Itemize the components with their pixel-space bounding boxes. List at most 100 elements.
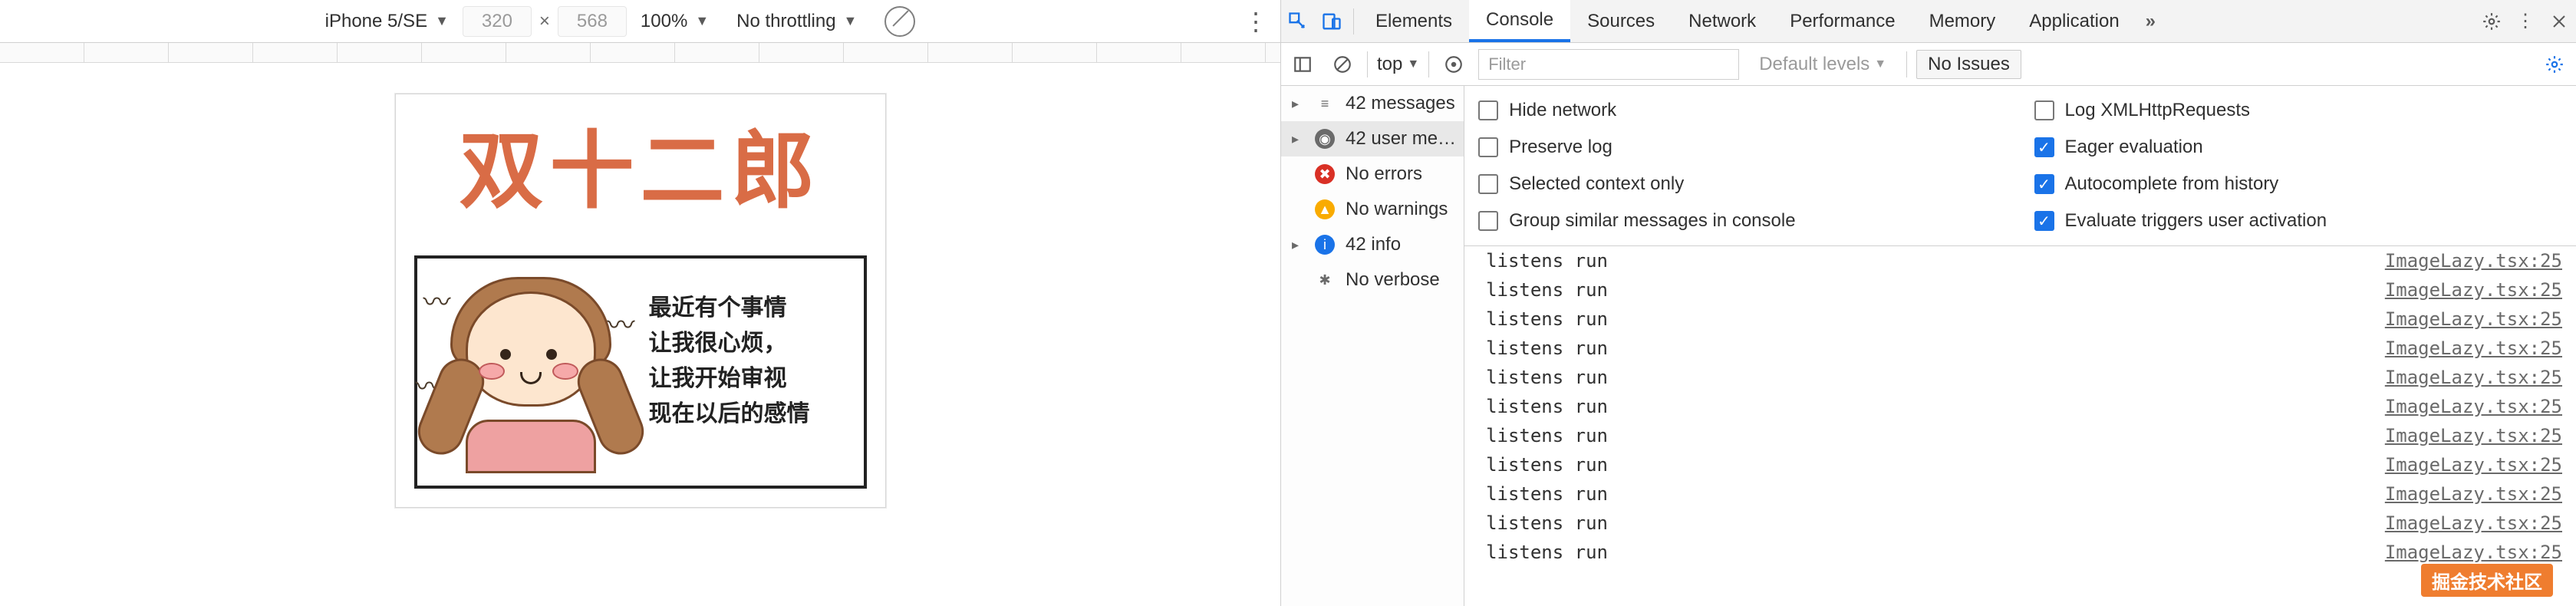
- tab-console[interactable]: Console: [1469, 0, 1570, 42]
- warn-icon: ▲: [1315, 199, 1335, 219]
- inspect-element-icon[interactable]: [1281, 5, 1315, 38]
- setting-log-xmlhttprequests[interactable]: Log XMLHttpRequests: [2034, 92, 2562, 129]
- console-settings-icon[interactable]: [2539, 49, 2570, 80]
- devtools-pane: ElementsConsoleSourcesNetworkPerformance…: [1281, 0, 2576, 606]
- sidebar-item-label: 42 user me…: [1346, 128, 1456, 150]
- page-headline: 双十二郎: [396, 94, 885, 255]
- log-source-link[interactable]: ImageLazy.tsx:25: [2385, 250, 2562, 272]
- dimension-separator: ×: [532, 11, 558, 32]
- log-source-link[interactable]: ImageLazy.tsx:25: [2385, 396, 2562, 417]
- device-stage: 双十二郎 〰 〰 〰 〰: [0, 63, 1280, 606]
- log-source-link[interactable]: ImageLazy.tsx:25: [2385, 454, 2562, 476]
- throttling-select[interactable]: No throttling ▼: [723, 11, 871, 32]
- sidebar-item-msg[interactable]: ▸≡42 messages: [1281, 86, 1464, 121]
- setting-label: Group similar messages in console: [1509, 210, 1796, 232]
- zoom-select[interactable]: 100% ▼: [627, 11, 723, 32]
- log-row[interactable]: listens runImageLazy.tsx:25: [1464, 305, 2576, 334]
- tab-memory[interactable]: Memory: [1912, 0, 2013, 42]
- log-row[interactable]: listens runImageLazy.tsx:25: [1464, 246, 2576, 275]
- err-icon: ✖: [1315, 164, 1335, 184]
- comic-panel: 〰 〰 〰 〰 最近有个事情 让我很心烦，: [414, 255, 867, 489]
- toggle-device-toolbar-icon[interactable]: [1315, 5, 1349, 38]
- setting-selected-context-only[interactable]: Selected context only: [1478, 166, 2006, 203]
- log-message: listens run: [1486, 454, 2385, 476]
- sidebar-item-label: No verbose: [1346, 269, 1456, 291]
- log-message: listens run: [1486, 279, 2385, 301]
- tab-application[interactable]: Application: [2012, 0, 2136, 42]
- verb-icon: ✱: [1315, 270, 1335, 290]
- setting-group-similar-messages-in-console[interactable]: Group similar messages in console: [1478, 203, 2006, 239]
- dropdown-triangle-icon: ▼: [435, 13, 449, 29]
- setting-label: Eager evaluation: [2065, 137, 2203, 158]
- setting-evaluate-triggers-user-activation[interactable]: ✓Evaluate triggers user activation: [2034, 203, 2562, 239]
- checkbox-icon: ✓: [2034, 174, 2054, 194]
- device-toolbar: iPhone 5/SE ▼ 320 × 568 100% ▼ No thrott…: [0, 0, 1280, 43]
- device-frame[interactable]: 双十二郎 〰 〰 〰 〰: [395, 94, 886, 508]
- log-row[interactable]: listens runImageLazy.tsx:25: [1464, 392, 2576, 421]
- clear-console-icon[interactable]: [1327, 49, 1358, 80]
- log-row[interactable]: listens runImageLazy.tsx:25: [1464, 334, 2576, 363]
- sidebar-item-err[interactable]: ✖No errors: [1281, 156, 1464, 192]
- dropdown-triangle-icon: ▼: [1407, 58, 1419, 71]
- tab-network[interactable]: Network: [1672, 0, 1773, 42]
- user-icon: ◉: [1315, 129, 1335, 149]
- live-expression-icon[interactable]: [1438, 49, 1469, 80]
- log-row[interactable]: listens runImageLazy.tsx:25: [1464, 479, 2576, 509]
- tab-elements[interactable]: Elements: [1359, 0, 1469, 42]
- issues-button[interactable]: No Issues: [1916, 50, 2021, 79]
- log-source-link[interactable]: ImageLazy.tsx:25: [2385, 367, 2562, 388]
- setting-autocomplete-from-history[interactable]: ✓ Autocomplete from history: [2034, 166, 2562, 203]
- sidebar-item-warn[interactable]: ▲No warnings: [1281, 192, 1464, 227]
- log-source-link[interactable]: ImageLazy.tsx:25: [2385, 483, 2562, 505]
- setting-hide-network[interactable]: Hide network: [1478, 92, 2006, 129]
- sidebar-item-user[interactable]: ▸◉42 user me…: [1281, 121, 1464, 156]
- devtools-settings-icon[interactable]: [2475, 5, 2508, 38]
- device-width-input[interactable]: 320: [463, 6, 532, 37]
- setting-preserve-log[interactable]: Preserve log: [1478, 129, 2006, 166]
- horizontal-ruler: [0, 43, 1280, 63]
- setting-eager-evaluation[interactable]: ✓ Eager evaluation: [2034, 129, 2562, 166]
- comic-caption: 最近有个事情 让我很心烦， 让我开始审视 现在以后的感情: [649, 272, 850, 472]
- msg-icon: ≡: [1315, 94, 1335, 114]
- log-row[interactable]: listens runImageLazy.tsx:25: [1464, 421, 2576, 450]
- dropdown-triangle-icon: ▼: [695, 13, 709, 29]
- sidebar-item-label: 42 messages: [1346, 93, 1456, 114]
- dropdown-triangle-icon: ▼: [844, 13, 858, 29]
- checkbox-icon: ✓: [2034, 137, 2054, 157]
- log-row[interactable]: listens runImageLazy.tsx:25: [1464, 363, 2576, 392]
- devtools-close-icon[interactable]: [2542, 5, 2576, 38]
- device-toolbar-menu[interactable]: ⋮: [1240, 7, 1271, 36]
- log-row[interactable]: listens runImageLazy.tsx:25: [1464, 538, 2576, 567]
- log-row[interactable]: listens runImageLazy.tsx:25: [1464, 275, 2576, 305]
- log-row[interactable]: listens runImageLazy.tsx:25: [1464, 450, 2576, 479]
- sidebar-item-verb[interactable]: ✱ No verbose: [1281, 262, 1464, 298]
- caret-icon: ▸: [1292, 237, 1304, 253]
- tab-performance[interactable]: Performance: [1773, 0, 1912, 42]
- log-source-link[interactable]: ImageLazy.tsx:25: [2385, 512, 2562, 534]
- setting-label: Autocomplete from history: [2065, 173, 2279, 195]
- tab-sources[interactable]: Sources: [1570, 0, 1672, 42]
- log-message: listens run: [1486, 425, 2385, 446]
- log-levels-select[interactable]: Default levels ▼: [1748, 54, 1897, 75]
- devtools-tabstrip: ElementsConsoleSourcesNetworkPerformance…: [1281, 0, 2576, 43]
- log-row[interactable]: listens runImageLazy.tsx:25: [1464, 509, 2576, 538]
- device-select[interactable]: iPhone 5/SE ▼: [311, 11, 463, 32]
- log-source-link[interactable]: ImageLazy.tsx:25: [2385, 279, 2562, 301]
- console-body: ▸≡42 messages▸◉42 user me…✖No errors▲No …: [1281, 86, 2576, 606]
- execution-context-select[interactable]: top ▼: [1377, 54, 1419, 75]
- log-source-link[interactable]: ImageLazy.tsx:25: [2385, 308, 2562, 330]
- console-log-list[interactable]: listens runImageLazy.tsx:25listens runIm…: [1464, 246, 2576, 606]
- checkbox-icon: ✓: [2034, 211, 2054, 231]
- device-height-input[interactable]: 568: [558, 6, 627, 37]
- sidebar-item-info[interactable]: ▸i42 info: [1281, 227, 1464, 262]
- log-source-link[interactable]: ImageLazy.tsx:25: [2385, 425, 2562, 446]
- console-main: Hide networkPreserve logSelected context…: [1464, 86, 2576, 606]
- log-message: listens run: [1486, 512, 2385, 534]
- tabs-overflow-icon[interactable]: »: [2136, 11, 2165, 32]
- rotate-icon[interactable]: [884, 6, 915, 37]
- log-source-link[interactable]: ImageLazy.tsx:25: [2385, 338, 2562, 359]
- log-source-link[interactable]: ImageLazy.tsx:25: [2385, 542, 2562, 563]
- console-sidebar-toggle-icon[interactable]: [1287, 49, 1318, 80]
- console-filter-input[interactable]: [1478, 49, 1739, 80]
- devtools-menu-icon[interactable]: ⋮: [2508, 5, 2542, 38]
